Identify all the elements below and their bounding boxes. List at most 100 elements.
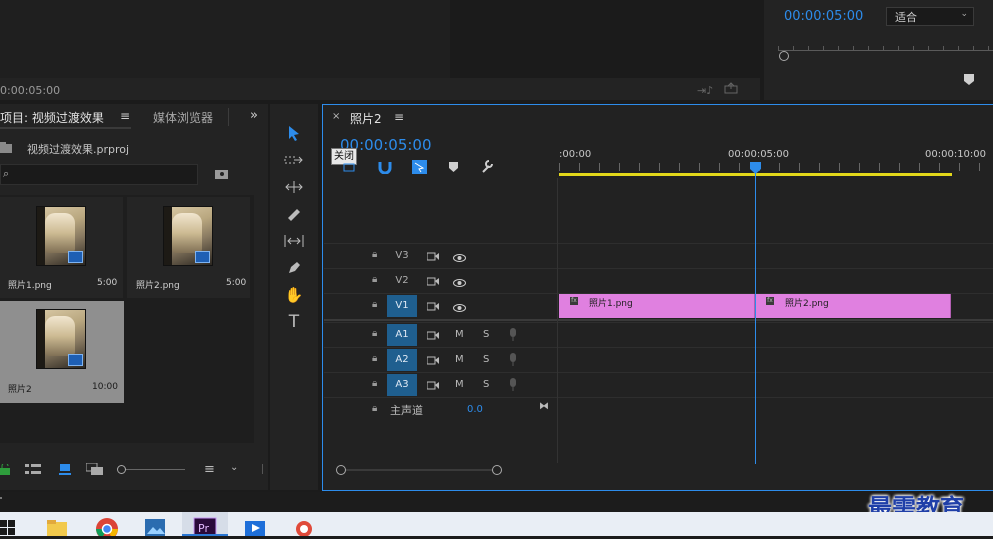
timeline-tab[interactable]: 照片2 <box>350 110 382 127</box>
search-field[interactable]: ⌕ <box>0 164 198 185</box>
tab-menu-icon[interactable]: ≡ <box>120 109 130 123</box>
nest-icon[interactable] <box>343 161 357 176</box>
track-row-a1 <box>324 322 993 347</box>
video-audio-divider <box>324 319 993 321</box>
track-label-a2[interactable]: A2 <box>387 349 417 371</box>
media-player-icon[interactable] <box>242 512 268 536</box>
windows-start-icon[interactable] <box>0 512 26 536</box>
master-volume-value[interactable]: 0.0 <box>467 404 483 415</box>
close-tab-icon[interactable]: × <box>332 111 340 122</box>
track-label-v3[interactable]: V3 <box>387 245 417 267</box>
lock-track-icon[interactable]: 🔒︎ <box>372 274 377 285</box>
track-label-a1[interactable]: A1 <box>387 324 417 346</box>
track-row-v3 <box>324 243 993 268</box>
voiceover-mic-icon[interactable] <box>509 328 517 344</box>
solo-button[interactable]: S <box>483 379 489 390</box>
item-thumbnail <box>36 309 86 369</box>
lock-track-icon[interactable]: 🔒︎ <box>372 378 377 389</box>
playhead-line <box>755 172 756 464</box>
source-timecode: 0:00:05:00 <box>0 84 61 97</box>
sort-icon[interactable]: ≡ <box>204 462 215 477</box>
timeline-scrollbar[interactable] <box>336 465 993 475</box>
lock-track-icon[interactable]: 🔒︎ <box>372 403 377 414</box>
zoom-slider[interactable] <box>117 465 185 474</box>
sync-lock-icon[interactable] <box>426 355 439 368</box>
track-row-master <box>324 397 993 422</box>
lock-track-icon[interactable]: 🔒︎ <box>372 328 377 339</box>
export-frame-icon[interactable] <box>724 82 738 94</box>
zoom-select[interactable]: 适合 ⌄ <box>886 7 974 26</box>
ruler-label: 00:00:10:00 <box>925 149 987 160</box>
scroll-handle-right[interactable] <box>492 465 502 475</box>
sync-lock-icon[interactable] <box>426 330 439 343</box>
pen-tool-icon[interactable] <box>283 258 305 278</box>
zoom-slider-handle[interactable] <box>117 465 126 474</box>
tab-project[interactable]: 项目: 视频过渡效果 <box>0 109 104 126</box>
lock-track-icon[interactable]: 🔒︎ <box>372 249 377 260</box>
eye-icon[interactable] <box>453 252 466 265</box>
lock-icon[interactable] <box>0 462 10 478</box>
app-icon[interactable] <box>291 512 317 537</box>
snap-icon[interactable] <box>378 160 392 177</box>
linked-selection-icon[interactable] <box>412 160 427 177</box>
ripple-edit-tool-icon[interactable] <box>283 177 305 197</box>
status-bar <box>0 492 993 512</box>
timeline-tab-menu-icon[interactable]: ≡ <box>394 110 404 124</box>
item-name: 照片1.png <box>8 281 52 291</box>
marker-icon[interactable] <box>964 74 974 88</box>
eye-icon[interactable] <box>453 277 466 290</box>
panel-overflow-icon[interactable]: » <box>250 108 258 123</box>
slip-tool-icon[interactable] <box>283 231 305 251</box>
program-timecode[interactable]: 00:00:05:00 <box>784 9 863 24</box>
solo-button[interactable]: S <box>483 354 489 365</box>
program-scroll-handle[interactable] <box>779 51 789 61</box>
scroll-handle-left[interactable] <box>336 465 346 475</box>
tab-underline <box>0 127 131 129</box>
sync-lock-icon[interactable] <box>426 251 439 264</box>
razor-tool-icon[interactable] <box>283 204 305 224</box>
selection-tool-icon[interactable] <box>283 123 305 143</box>
go-to-in-out-icon[interactable]: ⧓ <box>539 401 549 412</box>
icon-view-icon[interactable] <box>59 464 71 478</box>
source-monitor-footer <box>0 78 760 100</box>
hand-tool-icon[interactable]: ✋ <box>283 285 305 305</box>
clip[interactable]: fx 照片1.png <box>559 294 755 318</box>
premiere-taskbar-icon[interactable]: Pr <box>182 512 228 537</box>
add-marker-icon[interactable] <box>449 162 458 175</box>
track-label-a3[interactable]: A3 <box>387 374 417 396</box>
clip[interactable]: fx 照片2.png <box>755 294 951 318</box>
program-ruler <box>778 38 993 51</box>
list-view-icon[interactable] <box>25 464 42 478</box>
tab-media-browser[interactable]: 媒体浏览器 <box>153 109 213 126</box>
item-thumbnail <box>163 206 213 266</box>
insert-icon[interactable]: ⇥♪ <box>697 84 713 97</box>
sync-lock-icon[interactable] <box>426 380 439 393</box>
type-tool-icon[interactable]: T <box>283 312 305 332</box>
lock-track-icon[interactable]: 🔒︎ <box>372 353 377 364</box>
sort-chevron-icon[interactable]: ⌄ <box>230 462 238 473</box>
sync-lock-icon[interactable] <box>426 301 439 314</box>
project-file-name: 视频过渡效果.prproj <box>27 143 130 156</box>
wrench-icon[interactable] <box>480 159 494 176</box>
voiceover-mic-icon[interactable] <box>509 378 517 394</box>
zoom-value: 适合 <box>895 11 917 24</box>
photos-icon[interactable] <box>142 512 168 536</box>
sequence-badge-icon <box>68 354 83 366</box>
freeform-view-icon[interactable] <box>85 462 104 478</box>
eye-icon[interactable] <box>453 302 466 315</box>
voiceover-mic-icon[interactable] <box>509 353 517 369</box>
new-search-bin-icon[interactable] <box>215 168 229 182</box>
solo-button[interactable]: S <box>483 329 489 340</box>
clip-name: 照片2.png <box>785 299 829 309</box>
mute-button[interactable]: M <box>455 354 464 365</box>
file-explorer-icon[interactable] <box>45 512 71 536</box>
track-select-tool-icon[interactable] <box>283 150 305 170</box>
track-label-v2[interactable]: V2 <box>387 270 417 292</box>
fx-badge-icon: fx <box>766 297 774 305</box>
track-label-v1[interactable]: V1 <box>387 295 417 317</box>
mute-button[interactable]: M <box>455 329 464 340</box>
mute-button[interactable]: M <box>455 379 464 390</box>
lock-track-icon[interactable]: 🔒︎ <box>372 299 377 310</box>
sync-lock-icon[interactable] <box>426 276 439 289</box>
chrome-icon[interactable] <box>94 512 120 539</box>
